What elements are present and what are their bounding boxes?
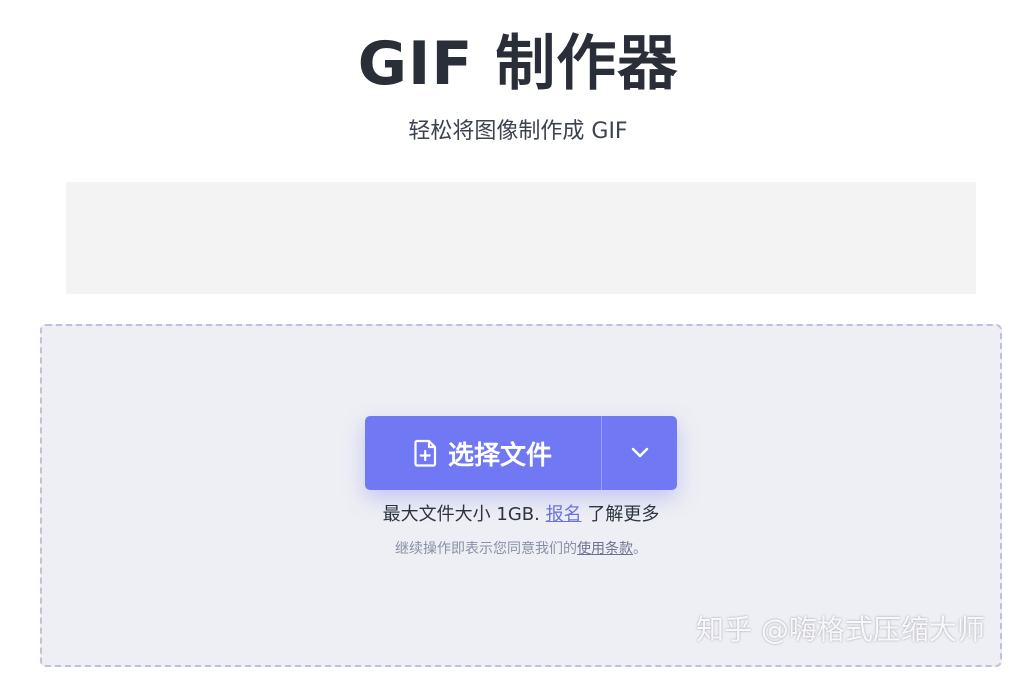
size-info-suffix: 了解更多	[587, 504, 660, 525]
watermark: 知乎 @嗨格式压缩大师	[696, 613, 985, 646]
file-plus-icon	[414, 439, 438, 467]
signup-link[interactable]: 报名	[546, 504, 582, 525]
upload-source-dropdown-button[interactable]	[602, 416, 677, 490]
gif-maker-page: GIF 制作器 轻松将图像制作成 GIF 选择文件 最大文件大小 1GB. 报名…	[0, 0, 1036, 675]
size-info-prefix: 最大文件大小 1GB.	[382, 504, 540, 525]
page-title: GIF 制作器	[357, 29, 679, 99]
ad-placeholder	[66, 182, 976, 294]
terms-of-use-link[interactable]: 使用条款	[577, 541, 633, 557]
choose-file-button[interactable]: 选择文件	[365, 416, 601, 490]
terms-notice: 继续操作即表示您同意我们的使用条款。	[42, 539, 1000, 559]
choose-file-label: 选择文件	[447, 440, 552, 471]
choose-file-button-group: 选择文件	[365, 416, 677, 490]
terms-suffix: 。	[633, 541, 647, 557]
terms-prefix: 继续操作即表示您同意我们的	[395, 541, 577, 557]
chevron-down-icon	[630, 444, 650, 463]
page-subtitle: 轻松将图像制作成 GIF	[408, 119, 628, 144]
max-file-size-info: 最大文件大小 1GB. 报名 了解更多	[42, 502, 1000, 528]
